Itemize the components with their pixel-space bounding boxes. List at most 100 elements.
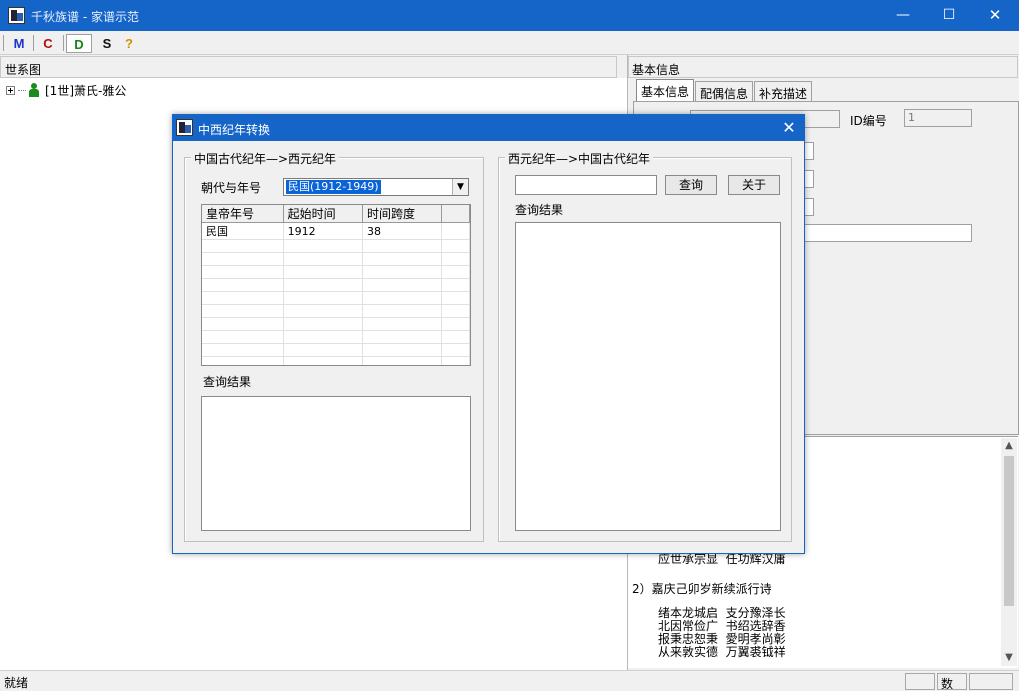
- reign-table[interactable]: 皇帝年号 起始时间 时间跨度 民国 1912 38: [201, 204, 471, 366]
- notes-line: 应世承宗显 任功辉汉庸: [658, 552, 786, 566]
- table-cell: [441, 356, 470, 365]
- table-cell: [202, 291, 284, 305]
- dialog-title: 中西纪年转换: [198, 123, 271, 137]
- table-cell: [202, 356, 284, 365]
- toolbar-separator: [3, 35, 4, 51]
- toolbar: M C D S ?: [0, 31, 1019, 55]
- table-row[interactable]: [202, 278, 470, 292]
- help-icon[interactable]: ?: [116, 34, 142, 53]
- chevron-down-icon[interactable]: ▼: [452, 179, 468, 195]
- dynasty-select[interactable]: 民国(1912-1949) ▼: [283, 178, 469, 196]
- column-header-start[interactable]: 起始时间: [283, 205, 364, 223]
- table-cell: [362, 278, 443, 292]
- info-panel-header: 基本信息: [628, 56, 1018, 78]
- table-cell: [283, 278, 364, 292]
- column-header-span[interactable]: 时间跨度: [362, 205, 443, 223]
- table-cell: [283, 239, 364, 253]
- table-row[interactable]: [202, 330, 470, 344]
- table-row[interactable]: [202, 252, 470, 266]
- group-legend: 中国古代纪年—>西元纪年: [191, 150, 340, 167]
- tab-basic-info[interactable]: 基本信息: [636, 79, 695, 101]
- tree-node-label[interactable]: [1世]萧氏-雅公: [45, 82, 126, 99]
- dialog-title-bar: 中西纪年转换 ✕: [173, 115, 804, 141]
- toolbar-d-button[interactable]: D: [66, 34, 92, 53]
- table-row[interactable]: [202, 317, 470, 331]
- table-cell: [283, 356, 364, 365]
- result-label: 查询结果: [203, 375, 252, 389]
- tree-node[interactable]: [1世]萧氏-雅公: [6, 82, 126, 98]
- person-icon: [28, 83, 40, 97]
- expand-icon[interactable]: [6, 85, 15, 95]
- table-cell: [283, 252, 364, 266]
- dialog-app-icon: [176, 119, 193, 136]
- dynasty-label: 朝代与年号: [201, 181, 262, 195]
- status-cell: [905, 673, 935, 690]
- query-button[interactable]: 查询: [665, 175, 717, 195]
- notes-line: 从来敦实德 万翼裘钺祥: [658, 645, 786, 659]
- table-cell: [283, 343, 364, 357]
- table-row[interactable]: [202, 356, 470, 365]
- table-cell: [202, 278, 284, 292]
- western-result-area[interactable]: [515, 222, 781, 531]
- table-cell: [202, 265, 284, 279]
- status-text: 就绪: [4, 676, 29, 690]
- about-button[interactable]: 关于: [728, 175, 780, 195]
- tab-spouse-info[interactable]: 配偶信息: [695, 81, 754, 101]
- table-cell: [441, 278, 470, 292]
- main-title-bar: 千秋族谱 - 家谱示范 — ☐ ✕: [0, 0, 1019, 31]
- table-cell: [362, 291, 443, 305]
- table-row[interactable]: [202, 265, 470, 279]
- column-header-reign[interactable]: 皇帝年号: [202, 205, 284, 223]
- table-cell: [441, 317, 470, 331]
- maximize-button[interactable]: ☐: [926, 0, 972, 31]
- table-cell: [441, 222, 470, 240]
- table-cell: [202, 304, 284, 318]
- table-cell: [441, 239, 470, 253]
- dynasty-selected-value: 民国(1912-1949): [286, 180, 381, 194]
- tab-extra-description[interactable]: 补充描述: [754, 81, 813, 101]
- table-cell: [202, 317, 284, 331]
- table-cell: [362, 317, 443, 331]
- table-row[interactable]: 民国 1912 38: [202, 222, 470, 240]
- toolbar-m-button[interactable]: M: [6, 34, 32, 53]
- table-cell: [362, 265, 443, 279]
- table-cell: 38: [362, 222, 443, 240]
- table-cell: [283, 304, 364, 318]
- status-bar: 就绪 数字: [0, 670, 1019, 691]
- close-button[interactable]: ✕: [972, 0, 1018, 31]
- table-cell: [202, 252, 284, 266]
- dialog-close-button[interactable]: ✕: [774, 115, 804, 141]
- table-cell: [362, 304, 443, 318]
- id-field: 1: [904, 109, 972, 127]
- table-row[interactable]: [202, 239, 470, 253]
- scroll-thumb[interactable]: [1004, 456, 1014, 606]
- toolbar-separator: [63, 35, 64, 51]
- notes-section-title: 2）嘉庆己卯岁新续派行诗: [632, 582, 772, 596]
- scroll-down-icon[interactable]: ▼: [1001, 650, 1017, 666]
- toolbar-c-button[interactable]: C: [35, 34, 61, 53]
- table-cell: [202, 330, 284, 344]
- tree-connector: [18, 89, 26, 91]
- scroll-up-icon[interactable]: ▲: [1001, 438, 1017, 454]
- ancient-result-area[interactable]: [201, 396, 471, 531]
- year-input[interactable]: [515, 175, 657, 195]
- info-tabs: 基本信息 配偶信息 补充描述: [636, 79, 813, 101]
- table-row[interactable]: [202, 343, 470, 357]
- group-legend: 西元纪年—>中国古代纪年: [505, 150, 654, 167]
- table-cell: [441, 304, 470, 318]
- table-row[interactable]: [202, 291, 470, 305]
- table-cell: [362, 343, 443, 357]
- column-header-empty: [441, 205, 470, 223]
- table-cell: [202, 239, 284, 253]
- minimize-button[interactable]: —: [880, 0, 926, 31]
- table-cell: [441, 265, 470, 279]
- table-cell: [441, 291, 470, 305]
- table-row[interactable]: [202, 304, 470, 318]
- table-cell: [441, 330, 470, 344]
- info-field[interactable]: [794, 224, 972, 242]
- table-cell: [283, 330, 364, 344]
- table-cell: [362, 356, 443, 365]
- window-title: 千秋族谱 - 家谱示范: [31, 10, 139, 24]
- table-cell: [441, 252, 470, 266]
- notes-scrollbar[interactable]: ▲ ▼: [1001, 438, 1017, 666]
